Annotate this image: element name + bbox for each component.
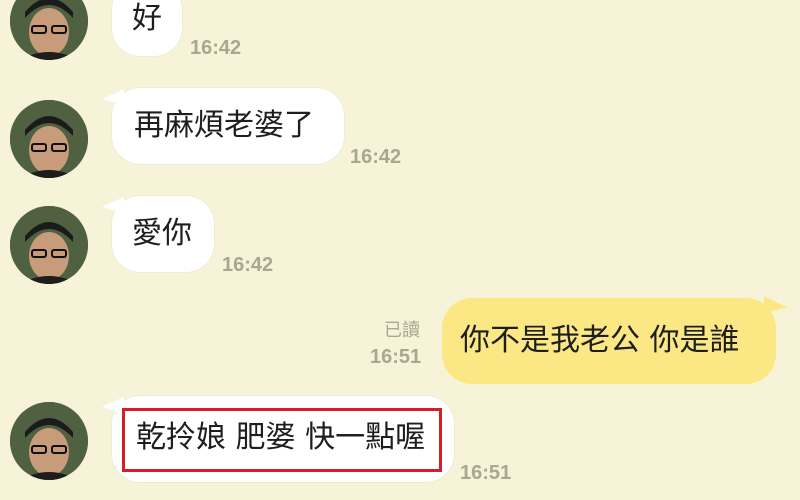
read-receipt: 已讀 <box>384 320 420 341</box>
message-text: 再麻煩老婆了 <box>134 108 314 143</box>
message-timestamp: 16:51 <box>460 462 512 484</box>
message-timestamp: 16:51 <box>370 346 422 368</box>
user-avatar-icon <box>10 0 88 60</box>
message-text: 愛你 <box>132 216 192 251</box>
message-bubble-outgoing[interactable]: 你不是我老公 你是誰 <box>442 298 776 384</box>
avatar[interactable] <box>10 402 88 480</box>
message-text: 你不是我老公 你是誰 <box>460 323 740 358</box>
message-bubble[interactable]: 愛你 <box>112 196 214 272</box>
message-timestamp: 16:42 <box>190 37 242 59</box>
user-avatar-icon <box>10 100 88 178</box>
message-text: 好 <box>132 1 162 36</box>
message-timestamp: 16:42 <box>222 254 274 276</box>
highlight-box <box>122 408 442 472</box>
message-timestamp: 16:42 <box>350 146 402 168</box>
message-bubble[interactable]: 好 <box>112 0 182 56</box>
avatar[interactable] <box>10 0 88 60</box>
user-avatar-icon <box>10 402 88 480</box>
user-avatar-icon <box>10 206 88 284</box>
message-bubble[interactable]: 再麻煩老婆了 <box>112 88 344 164</box>
avatar[interactable] <box>10 206 88 284</box>
avatar[interactable] <box>10 100 88 178</box>
